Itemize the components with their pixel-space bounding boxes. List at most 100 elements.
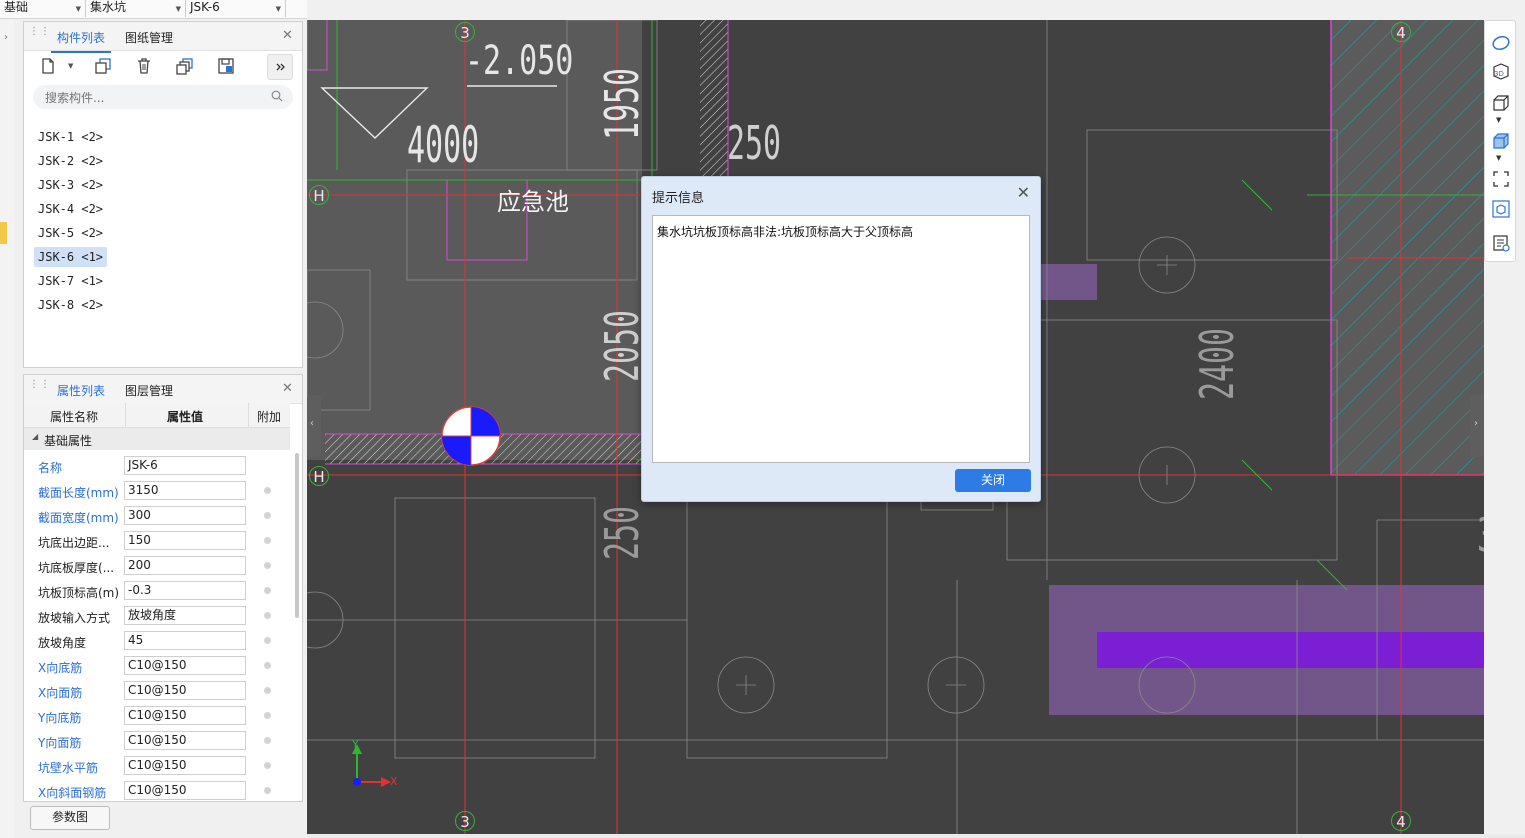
extra-checkbox[interactable]: [264, 512, 271, 519]
extra-checkbox[interactable]: [264, 737, 271, 744]
drag-grip-icon[interactable]: ⋮⋮: [29, 27, 50, 43]
floor-type-select[interactable]: 基础 ▼: [0, 0, 86, 17]
table-row[interactable]: 截面宽度(mm) 300: [24, 503, 290, 528]
table-row[interactable]: 名称 JSK-6: [24, 453, 290, 478]
extra-checkbox[interactable]: [264, 562, 271, 569]
model-view-icon[interactable]: [1491, 199, 1511, 219]
element-type-select[interactable]: 集水坑 ▼: [86, 0, 186, 17]
property-value-field[interactable]: C10@150: [124, 706, 246, 725]
extra-checkbox[interactable]: [264, 762, 271, 769]
extra-checkbox[interactable]: [264, 712, 271, 719]
y-axis-label: Y: [352, 738, 359, 751]
property-value-field[interactable]: 300: [124, 506, 246, 525]
table-row[interactable]: X向底筋 C10@150: [24, 653, 290, 678]
property-view-icon[interactable]: [1491, 233, 1511, 253]
property-scrollbar[interactable]: [295, 453, 299, 618]
extra-checkbox[interactable]: [264, 662, 271, 669]
chevron-down-icon[interactable]: ▼: [1496, 154, 1501, 162]
room-label: 应急池: [497, 188, 569, 216]
cube-wire-icon[interactable]: [1491, 93, 1511, 113]
table-row[interactable]: 坑壁水平筋 C10@150: [24, 753, 290, 778]
parameter-diagram-button[interactable]: 参数图: [30, 806, 110, 830]
extra-checkbox[interactable]: [264, 587, 271, 594]
info-dialog: 提示信息 ✕ 集水坑坑板顶标高非法:坑板顶标高大于父顶标高 关闭: [641, 176, 1041, 502]
table-row[interactable]: 坑底出边距... 150: [24, 528, 290, 553]
cube-solid-icon[interactable]: [1491, 131, 1511, 151]
duplicate-floor-button[interactable]: [173, 54, 197, 78]
table-row[interactable]: 截面长度(mm) 3150: [24, 478, 290, 503]
save-component-button[interactable]: [214, 54, 238, 78]
component-panel-tabs: ⋮⋮ 构件列表 图纸管理 ✕: [24, 22, 302, 53]
collapse-right-icon[interactable]: ›: [1474, 418, 1478, 429]
table-row[interactable]: 放坡输入方式 放坡角度: [24, 603, 290, 628]
drag-grip-icon[interactable]: ⋮⋮: [29, 380, 50, 396]
dimension-label: 250: [595, 505, 649, 560]
property-value-field[interactable]: C10@150: [124, 681, 246, 700]
chevron-down-icon[interactable]: ▼: [1496, 116, 1501, 124]
search-icon[interactable]: [271, 90, 283, 102]
property-value-field[interactable]: C10@150: [124, 656, 246, 675]
layers-copy-icon: [176, 58, 193, 75]
table-row[interactable]: Y向面筋 C10@150: [24, 728, 290, 753]
collapse-arrow-icon[interactable]: ›: [4, 32, 8, 43]
tab-component-list[interactable]: 构件列表: [50, 29, 112, 53]
list-item[interactable]: JSK-2 <2>: [34, 151, 107, 171]
close-button[interactable]: 关闭: [955, 469, 1031, 492]
dimension-label: 250: [727, 116, 782, 170]
component-search[interactable]: [33, 85, 293, 109]
list-item[interactable]: JSK-4 <2>: [34, 199, 107, 219]
tab-layer-manage[interactable]: 图层管理: [125, 382, 173, 399]
tab-property-list[interactable]: 属性列表: [50, 382, 112, 406]
property-value-field[interactable]: 放坡角度: [124, 606, 246, 625]
table-row[interactable]: 坑底板厚度(... 200: [24, 553, 290, 578]
extra-checkbox[interactable]: [264, 487, 271, 494]
dynamic-observe-icon[interactable]: [1491, 33, 1511, 53]
extra-checkbox[interactable]: [264, 787, 271, 794]
table-row[interactable]: 坑板顶标高(m) -0.3: [24, 578, 290, 603]
property-value-field[interactable]: JSK-6: [124, 456, 246, 475]
search-input[interactable]: [43, 88, 267, 108]
delete-component-button[interactable]: [132, 54, 156, 78]
table-row[interactable]: X向面筋 C10@150: [24, 678, 290, 703]
extra-checkbox[interactable]: [264, 612, 271, 619]
list-item[interactable]: JSK-8 <2>: [34, 295, 107, 315]
close-icon[interactable]: ✕: [282, 381, 293, 396]
list-item[interactable]: JSK-7 <1>: [34, 271, 107, 291]
extra-checkbox[interactable]: [264, 687, 271, 694]
table-row[interactable]: Y向底筋 C10@150: [24, 703, 290, 728]
more-tools-button[interactable]: [267, 54, 293, 80]
property-group-header[interactable]: ◢ 基础属性: [24, 428, 290, 450]
property-value-field[interactable]: 200: [124, 556, 246, 575]
table-row[interactable]: 放坡角度 45: [24, 628, 290, 653]
property-value-field[interactable]: 45: [124, 631, 246, 650]
property-value-field[interactable]: 150: [124, 531, 246, 550]
list-item[interactable]: JSK-5 <2>: [34, 223, 107, 243]
list-item[interactable]: JSK-3 <2>: [34, 175, 107, 195]
header-divider: [248, 403, 249, 427]
floor-type-value: 基础: [4, 0, 29, 14]
copy-component-button[interactable]: [91, 54, 115, 78]
new-file-icon: [42, 58, 54, 74]
property-value-field[interactable]: 3150: [124, 481, 246, 500]
property-value-field[interactable]: C10@150: [124, 781, 246, 800]
fullscreen-icon[interactable]: [1491, 169, 1511, 189]
list-item[interactable]: JSK-1 <2>: [34, 127, 107, 147]
dimension-label: 36: [1477, 508, 1484, 562]
collapse-triangle-icon[interactable]: ◢: [32, 432, 38, 441]
element-name-select[interactable]: JSK-6 ▼: [186, 0, 286, 17]
collapse-left-icon[interactable]: ‹: [310, 418, 314, 429]
tab-drawing-manage[interactable]: 图纸管理: [125, 29, 173, 46]
header-extra: 附加: [257, 410, 282, 424]
table-row[interactable]: X向斜面钢筋 C10@150: [24, 778, 290, 803]
property-value-field[interactable]: -0.3: [124, 581, 246, 600]
close-icon[interactable]: ✕: [282, 28, 293, 43]
list-item-selected[interactable]: JSK-6 <1>: [34, 247, 108, 267]
chevron-down-icon[interactable]: ▼: [68, 62, 73, 70]
extra-checkbox[interactable]: [264, 537, 271, 544]
property-value-field[interactable]: C10@150: [124, 756, 246, 775]
extra-checkbox[interactable]: [264, 637, 271, 644]
property-value-field[interactable]: C10@150: [124, 731, 246, 750]
close-icon[interactable]: ✕: [1017, 183, 1030, 202]
new-component-button[interactable]: [36, 54, 60, 78]
header-divider: [125, 403, 126, 427]
